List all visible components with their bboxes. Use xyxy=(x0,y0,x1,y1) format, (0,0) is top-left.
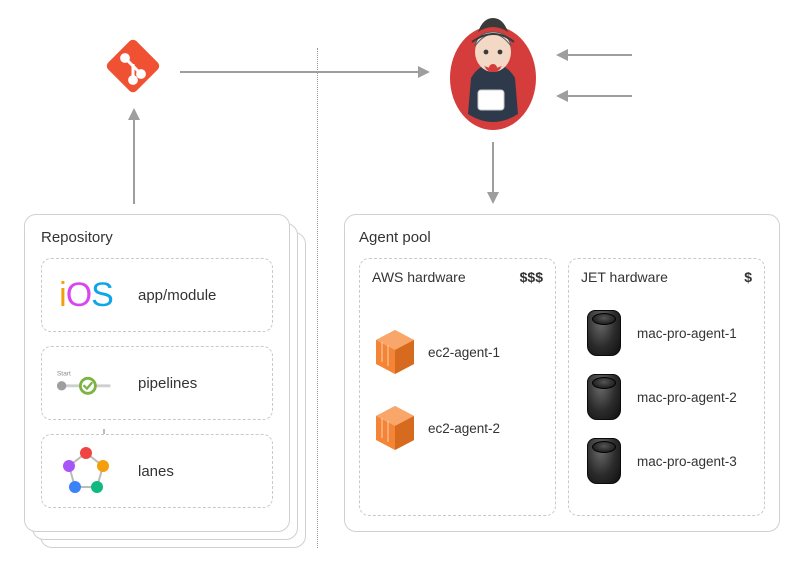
agent-label: mac-pro-agent-3 xyxy=(637,454,737,469)
arrow-git-to-jenkins xyxy=(180,66,430,78)
agent-label: mac-pro-agent-1 xyxy=(637,326,737,341)
arrow-incoming-1 xyxy=(556,49,632,61)
agent-label: ec2-agent-2 xyxy=(428,421,500,436)
jet-agent-row: mac-pro-agent-3 xyxy=(581,435,752,487)
ec2-icon xyxy=(372,328,418,376)
repo-item-app: iOS app/module xyxy=(41,258,273,332)
jet-agent-row: mac-pro-agent-2 xyxy=(581,371,752,423)
aws-hardware-box: AWS hardware $$$ xyxy=(359,258,556,516)
repo-item-pipelines: Start pipelines xyxy=(41,346,273,420)
mac-pro-icon xyxy=(581,310,627,356)
repo-item-label: lanes xyxy=(138,463,174,480)
repository-title: Repository xyxy=(41,229,273,246)
jet-cost-badge: $ xyxy=(744,269,752,285)
arrow-incoming-2 xyxy=(556,90,632,102)
architecture-diagram: Repository iOS app/module Start pipeline… xyxy=(0,0,800,564)
fastlane-icon xyxy=(56,449,116,493)
agent-label: mac-pro-agent-2 xyxy=(637,390,737,405)
mac-pro-icon xyxy=(581,438,627,484)
arrow-jenkins-to-pool xyxy=(487,142,499,204)
ios-icon: iOS xyxy=(56,273,116,317)
arrow-repo-to-git xyxy=(128,108,140,204)
agent-label: ec2-agent-1 xyxy=(428,345,500,360)
pipeline-start-label: Start xyxy=(57,371,71,378)
jet-hardware-box: JET hardware $ mac-pro-agent-1 mac-pro-a… xyxy=(568,258,765,516)
vertical-divider xyxy=(317,48,318,548)
aws-agent-row: ec2-agent-1 xyxy=(372,323,543,381)
git-icon xyxy=(105,38,161,94)
aws-hardware-title: AWS hardware xyxy=(372,269,466,285)
aws-agent-row: ec2-agent-2 xyxy=(372,399,543,457)
jenkins-icon xyxy=(448,18,538,132)
mac-pro-icon xyxy=(581,374,627,420)
aws-cost-badge: $$$ xyxy=(520,269,543,285)
repo-item-lanes: lanes xyxy=(41,434,273,508)
agent-pool-title: Agent pool xyxy=(359,229,765,246)
jet-agent-row: mac-pro-agent-1 xyxy=(581,307,752,359)
repository-panel: Repository iOS app/module Start pipeline… xyxy=(24,214,290,532)
agent-pool-panel: Agent pool AWS hardware $$$ xyxy=(344,214,780,532)
ec2-icon xyxy=(372,404,418,452)
repo-item-label: pipelines xyxy=(138,375,197,392)
pipeline-icon: Start xyxy=(56,361,116,405)
jet-hardware-title: JET hardware xyxy=(581,269,668,285)
repo-item-label: app/module xyxy=(138,287,216,304)
